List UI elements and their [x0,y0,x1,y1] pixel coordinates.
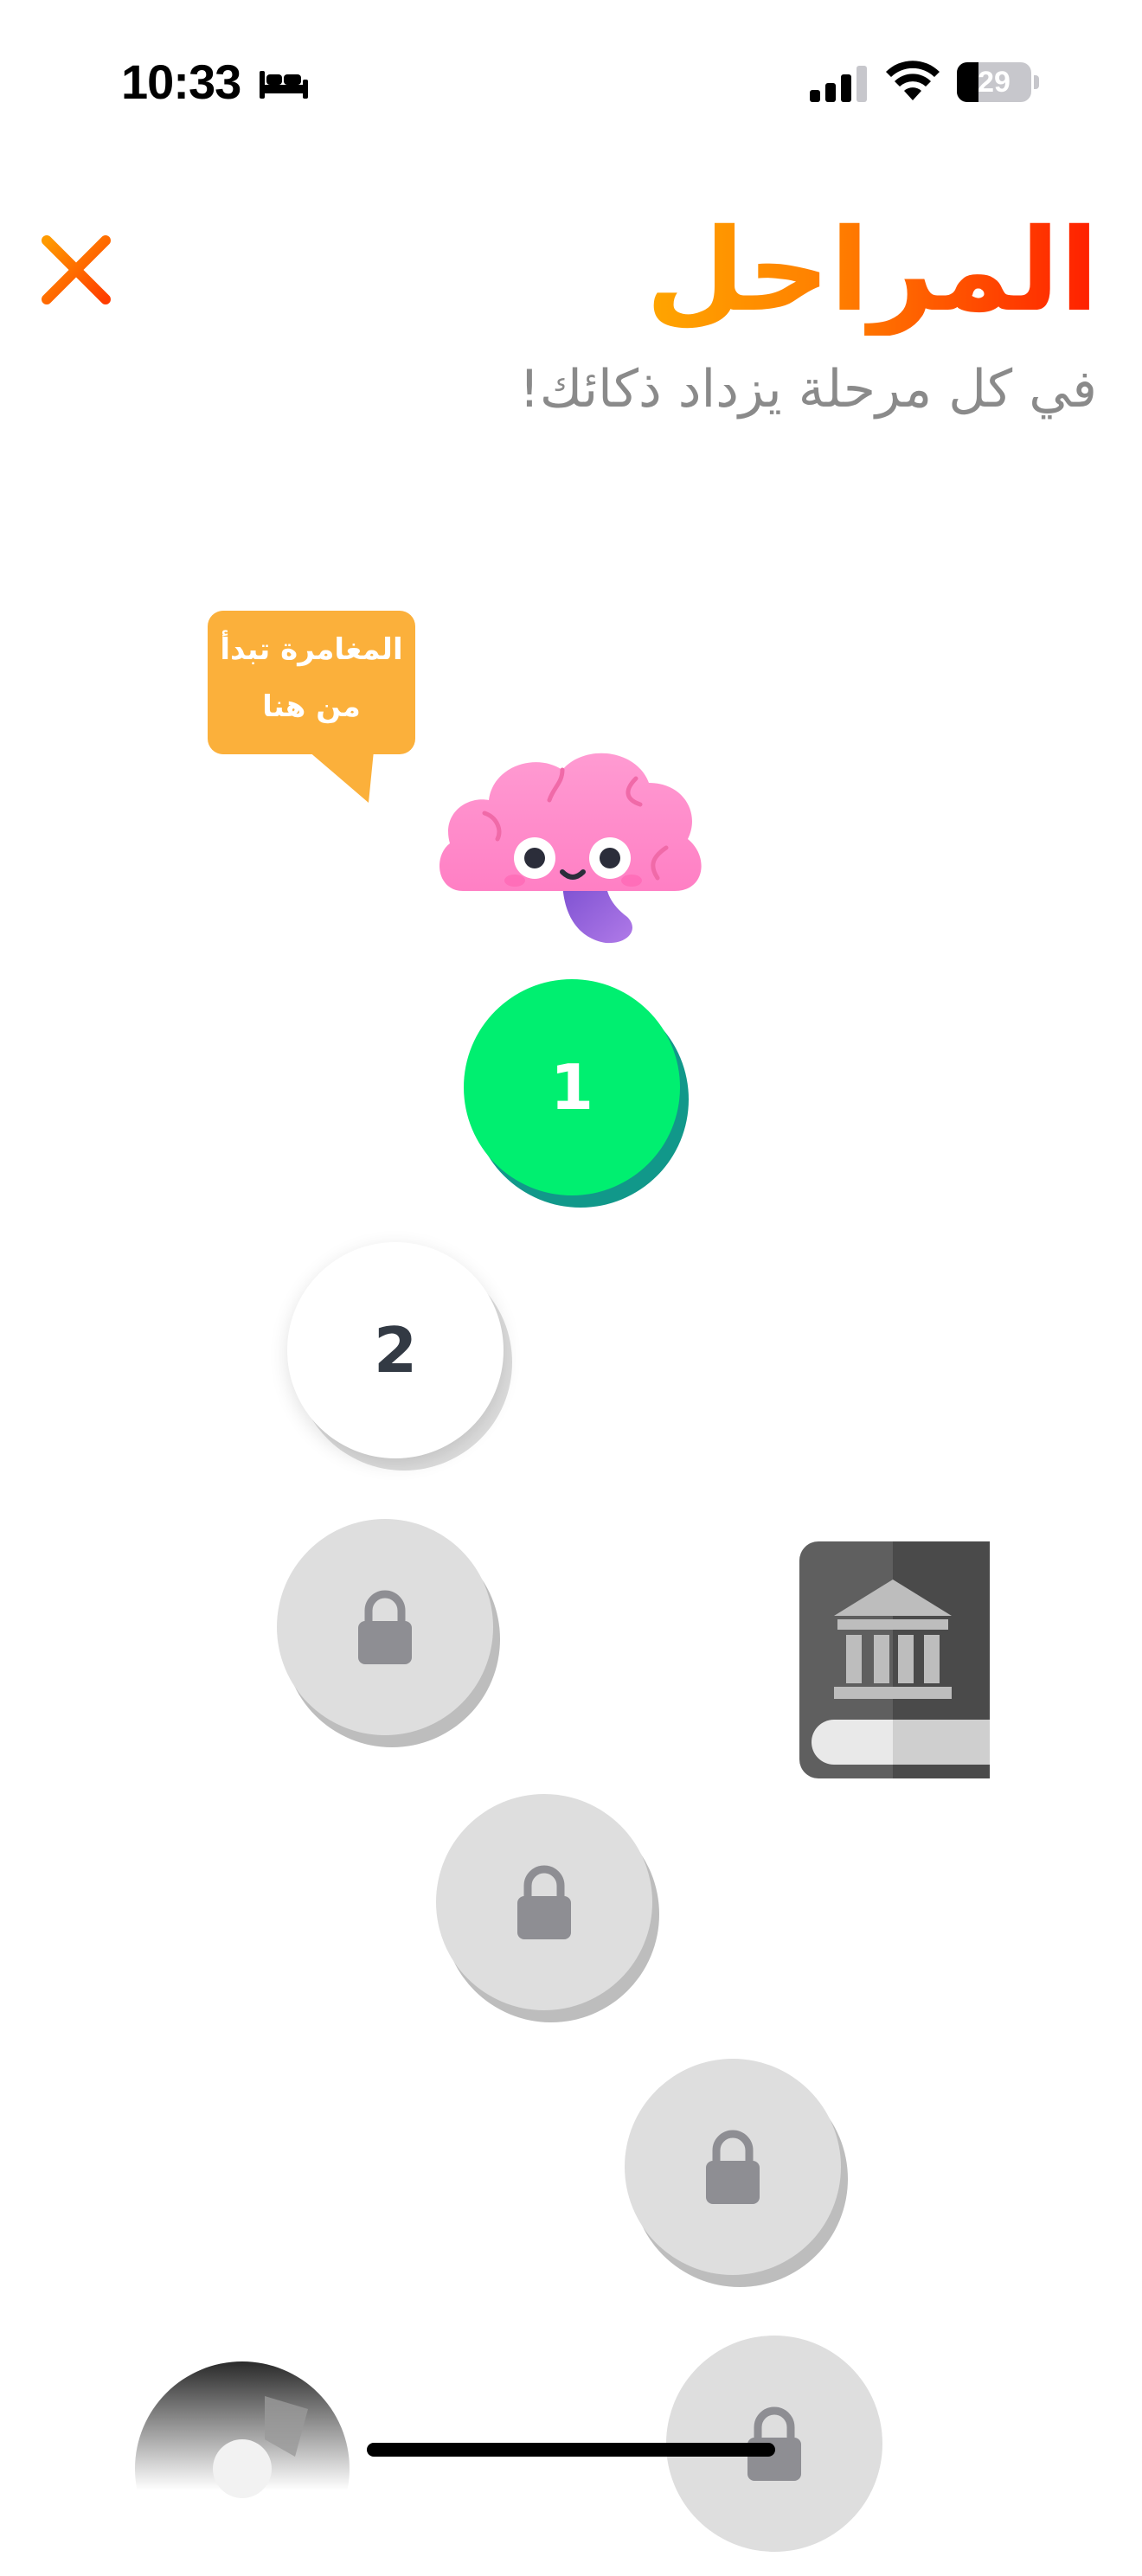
level-1-button[interactable]: 1 [464,979,680,1195]
level-3-locked-button[interactable] [277,1519,493,1735]
battery-percent: 29 [978,66,1010,99]
level-1-label: 1 [549,1051,594,1124]
level-4-locked-button[interactable] [436,1794,652,2010]
tooltip-line-1: المغامرة تبدأ [220,632,403,667]
brain-mascot-icon [439,753,702,944]
level-2-button[interactable]: 2 [287,1242,504,1458]
page-title: المراحل [645,204,1099,337]
start-tooltip: المغامرة تبدأ من هنا [208,611,415,754]
museum-book-icon[interactable] [799,1541,990,1778]
bed-icon [260,71,308,99]
level-5-locked-button[interactable] [625,2059,841,2275]
tooltip-tail [308,751,374,803]
battery-indicator: 29 [957,62,1040,102]
disc-icon[interactable] [135,2361,350,2576]
cellular-signal-icon [810,66,867,102]
lock-icon [517,1865,571,1939]
close-icon[interactable] [35,228,118,311]
lock-icon [706,2130,760,2204]
page-subtitle: في كل مرحلة يزداد ذكائك! [518,359,1097,420]
lock-icon [358,1590,412,1664]
status-time: 10:33 [121,54,241,109]
tooltip-line-2: من هنا [262,689,361,724]
home-indicator[interactable] [367,2443,775,2457]
wifi-icon [886,61,940,100]
level-2-label: 2 [373,1314,418,1387]
